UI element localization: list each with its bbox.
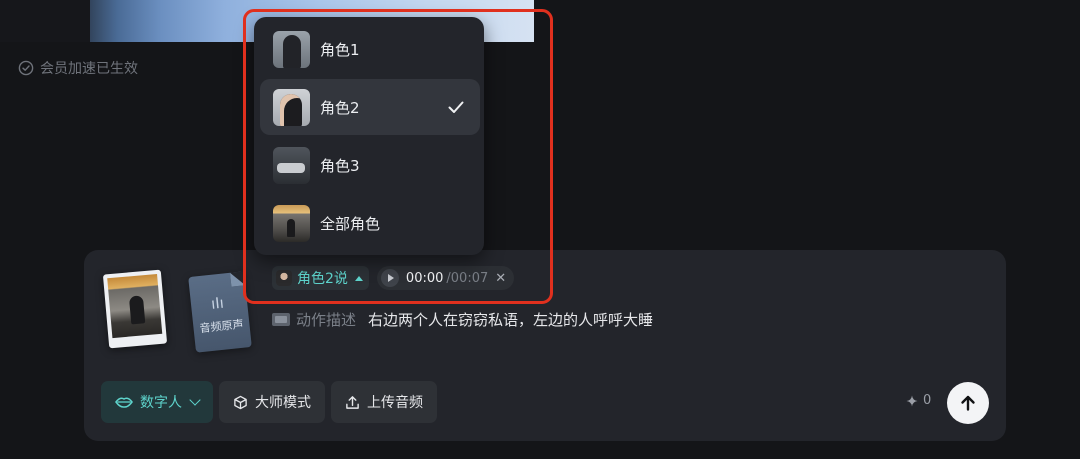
reference-image-card[interactable] (102, 269, 168, 349)
master-mode-label: 大师模式 (255, 395, 311, 411)
highlight-box (243, 9, 553, 304)
upload-icon (346, 395, 359, 409)
acceleration-text: 会员加速已生效 (40, 61, 138, 77)
send-button[interactable] (947, 382, 989, 424)
credits-counter: 0 (906, 393, 931, 408)
upload-audio-label: 上传音频 (367, 395, 423, 411)
digital-human-label: 数字人 (140, 395, 182, 411)
upload-audio-button[interactable]: 上传音频 (331, 381, 437, 423)
credits-value: 0 (923, 393, 932, 408)
action-description: 动作描述 右边两个人在窃窃私语，左边的人呼呼大睡 (272, 309, 653, 330)
acceleration-status: 会员加速已生效 (18, 58, 138, 78)
digital-human-button[interactable]: 数字人 (101, 381, 213, 423)
lips-icon (115, 397, 133, 408)
prompt-text[interactable]: 右边两个人在窃窃私语，左边的人呼呼大睡 (368, 309, 653, 330)
master-mode-button[interactable]: 大师模式 (219, 381, 325, 423)
arrow-up-icon (961, 395, 975, 411)
composer-toolbar: 数字人 大师模式 上传音频 (101, 381, 437, 423)
cube-icon (234, 395, 247, 409)
chevron-down-icon (189, 394, 201, 406)
check-circle-icon (18, 60, 34, 76)
sparkle-icon (906, 395, 918, 406)
audio-card-label: 音频原声 (198, 317, 245, 336)
audio-wave-icon: ıIı (210, 293, 225, 313)
action-tag-icon (272, 313, 290, 326)
action-tag-label: 动作描述 (296, 311, 357, 329)
